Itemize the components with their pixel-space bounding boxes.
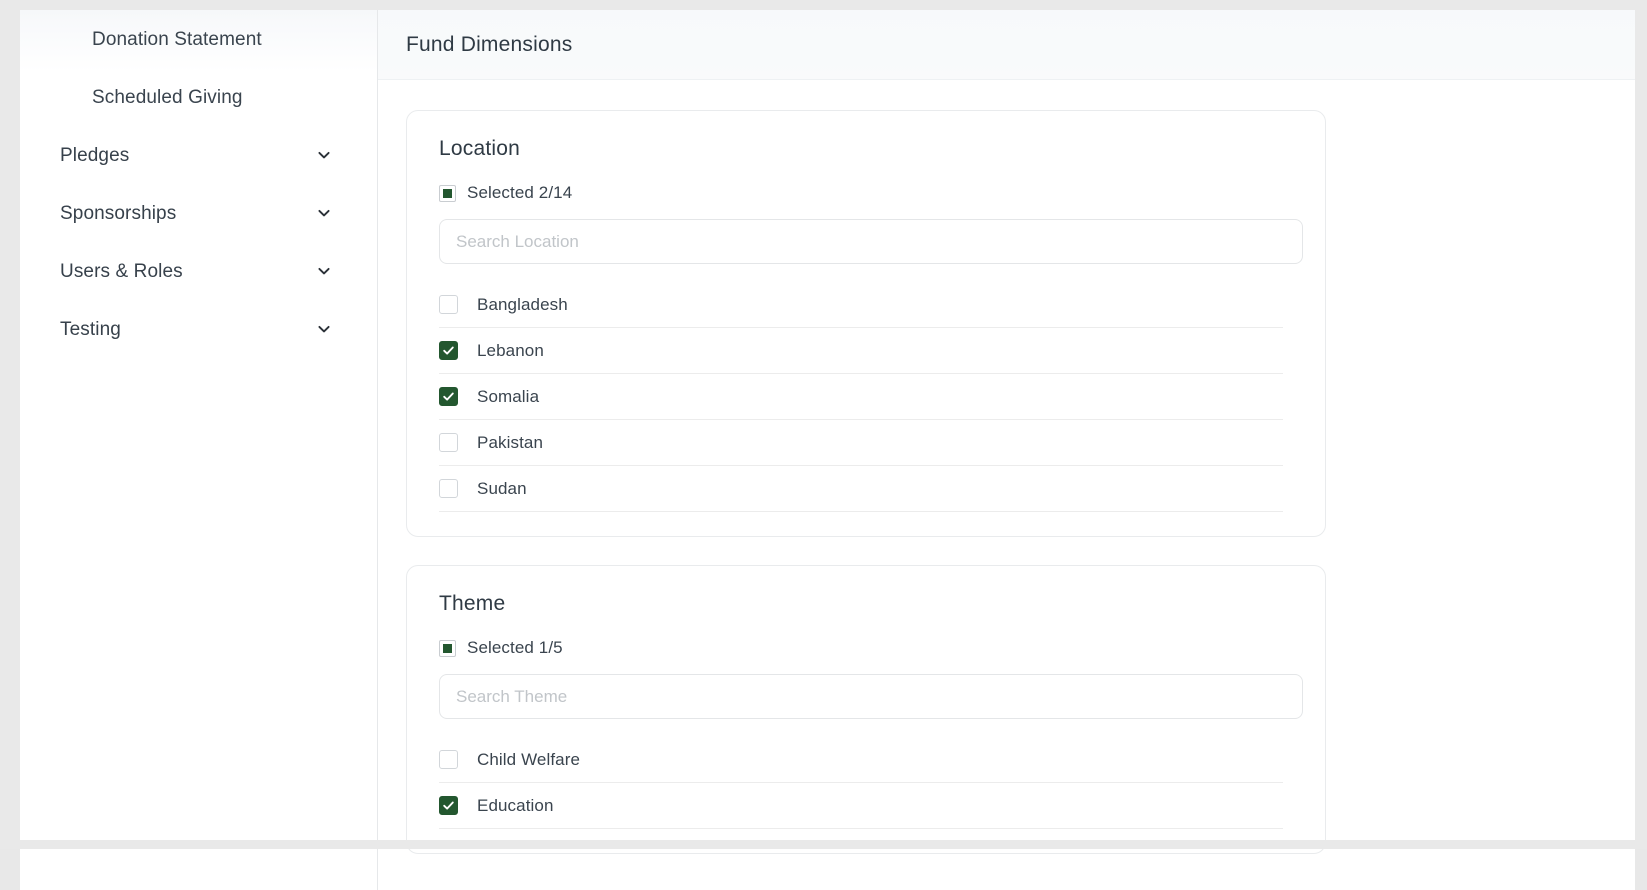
option-row[interactable]: Somalia bbox=[439, 374, 1283, 420]
option-scroll-area[interactable]: Child Welfare Education bbox=[423, 737, 1305, 829]
viewport-gutter-right bbox=[1635, 0, 1647, 849]
sidebar-navigation: Donation Statement Scheduled Giving Pledge… bbox=[20, 10, 378, 890]
option-label: Bangladesh bbox=[477, 294, 568, 314]
checkbox-checked-icon[interactable] bbox=[439, 796, 458, 815]
chevron-down-icon[interactable] bbox=[316, 205, 332, 221]
sidebar-item-label: Users & Roles bbox=[60, 260, 183, 282]
page-title: Fund Dimensions bbox=[406, 32, 573, 56]
dimension-title: Theme bbox=[439, 592, 506, 615]
indeterminate-checkbox-icon[interactable] bbox=[439, 184, 456, 202]
sidebar-item-donation-statement[interactable]: Donation Statement bbox=[20, 10, 377, 68]
sidebar-item-testing[interactable]: Testing bbox=[20, 300, 377, 358]
select-all-row[interactable]: Selected 1/5 bbox=[423, 638, 563, 658]
option-row[interactable]: Lebanon bbox=[439, 328, 1283, 374]
viewport-gutter-left bbox=[0, 0, 20, 849]
option-row[interactable]: Education bbox=[439, 783, 1283, 829]
search-wrapper bbox=[423, 674, 1305, 719]
checkbox-unchecked-icon[interactable] bbox=[439, 750, 458, 769]
browser-viewport: Donation Statement Scheduled Giving Pledge… bbox=[0, 0, 1647, 890]
sidebar-item-label: Pledges bbox=[60, 144, 130, 166]
option-label: Education bbox=[477, 795, 554, 815]
option-label: Sudan bbox=[477, 478, 527, 498]
option-row[interactable]: Sudan bbox=[439, 466, 1283, 512]
sidebar-item-label: Scheduled Giving bbox=[92, 86, 243, 108]
dimension-title: Location bbox=[439, 137, 520, 160]
checkbox-checked-icon[interactable] bbox=[439, 341, 458, 360]
search-input-theme[interactable] bbox=[439, 674, 1303, 719]
sidebar-item-sponsorships[interactable]: Sponsorships bbox=[20, 184, 377, 242]
checkbox-unchecked-icon[interactable] bbox=[439, 479, 458, 498]
select-all-row[interactable]: Selected 2/14 bbox=[423, 183, 572, 203]
viewport-gutter-top bbox=[0, 0, 1647, 10]
option-label: Child Welfare bbox=[477, 749, 581, 769]
viewport-gutter-bottom bbox=[0, 840, 1647, 849]
option-label: Somalia bbox=[477, 386, 540, 406]
sidebar-item-label: Sponsorships bbox=[60, 202, 177, 224]
search-wrapper bbox=[423, 219, 1305, 264]
chevron-down-icon[interactable] bbox=[316, 321, 332, 337]
option-row[interactable]: Bangladesh bbox=[439, 282, 1283, 328]
sidebar-item-list: Donation Statement Scheduled Giving Pledge… bbox=[20, 10, 377, 358]
search-input-location[interactable] bbox=[439, 219, 1303, 264]
sidebar-item-pledges[interactable]: Pledges bbox=[20, 126, 377, 184]
chevron-down-icon[interactable] bbox=[316, 147, 332, 163]
fund-dimensions-panel: Location Selected 2/14 Bangladesh Lebanon So… bbox=[378, 80, 1635, 890]
selected-count-label: Selected 2/14 bbox=[467, 183, 573, 202]
option-label: Pakistan bbox=[477, 432, 544, 452]
sidebar-item-scheduled-giving[interactable]: Scheduled Giving bbox=[20, 68, 377, 126]
checkbox-checked-icon[interactable] bbox=[439, 387, 458, 406]
option-scroll-area[interactable]: Bangladesh Lebanon Somalia Pakistan Sudan bbox=[423, 282, 1305, 512]
page-header: Fund Dimensions bbox=[378, 10, 1635, 80]
checkbox-unchecked-icon[interactable] bbox=[439, 433, 458, 452]
app-shell: Donation Statement Scheduled Giving Pledge… bbox=[20, 10, 1635, 890]
dimension-card-location: Location Selected 2/14 Bangladesh Lebanon So… bbox=[406, 110, 1326, 537]
sidebar-item-users-roles[interactable]: Users & Roles bbox=[20, 242, 377, 300]
dimension-card-list: Location Selected 2/14 Bangladesh Lebanon So… bbox=[406, 110, 1595, 854]
main-content: Fund Dimensions Location Selected 2/14 Ban… bbox=[378, 10, 1635, 890]
option-label: Lebanon bbox=[477, 340, 544, 360]
chevron-down-icon[interactable] bbox=[316, 263, 332, 279]
sidebar-item-label: Donation Statement bbox=[92, 28, 262, 50]
sidebar-item-label: Testing bbox=[60, 318, 121, 340]
option-row[interactable]: Pakistan bbox=[439, 420, 1283, 466]
indeterminate-checkbox-icon[interactable] bbox=[439, 639, 456, 657]
checkbox-unchecked-icon[interactable] bbox=[439, 295, 458, 314]
option-row[interactable]: Child Welfare bbox=[439, 737, 1283, 783]
dimension-card-theme: Theme Selected 1/5 Child Welfare Education bbox=[406, 565, 1326, 854]
selected-count-label: Selected 1/5 bbox=[467, 638, 563, 657]
